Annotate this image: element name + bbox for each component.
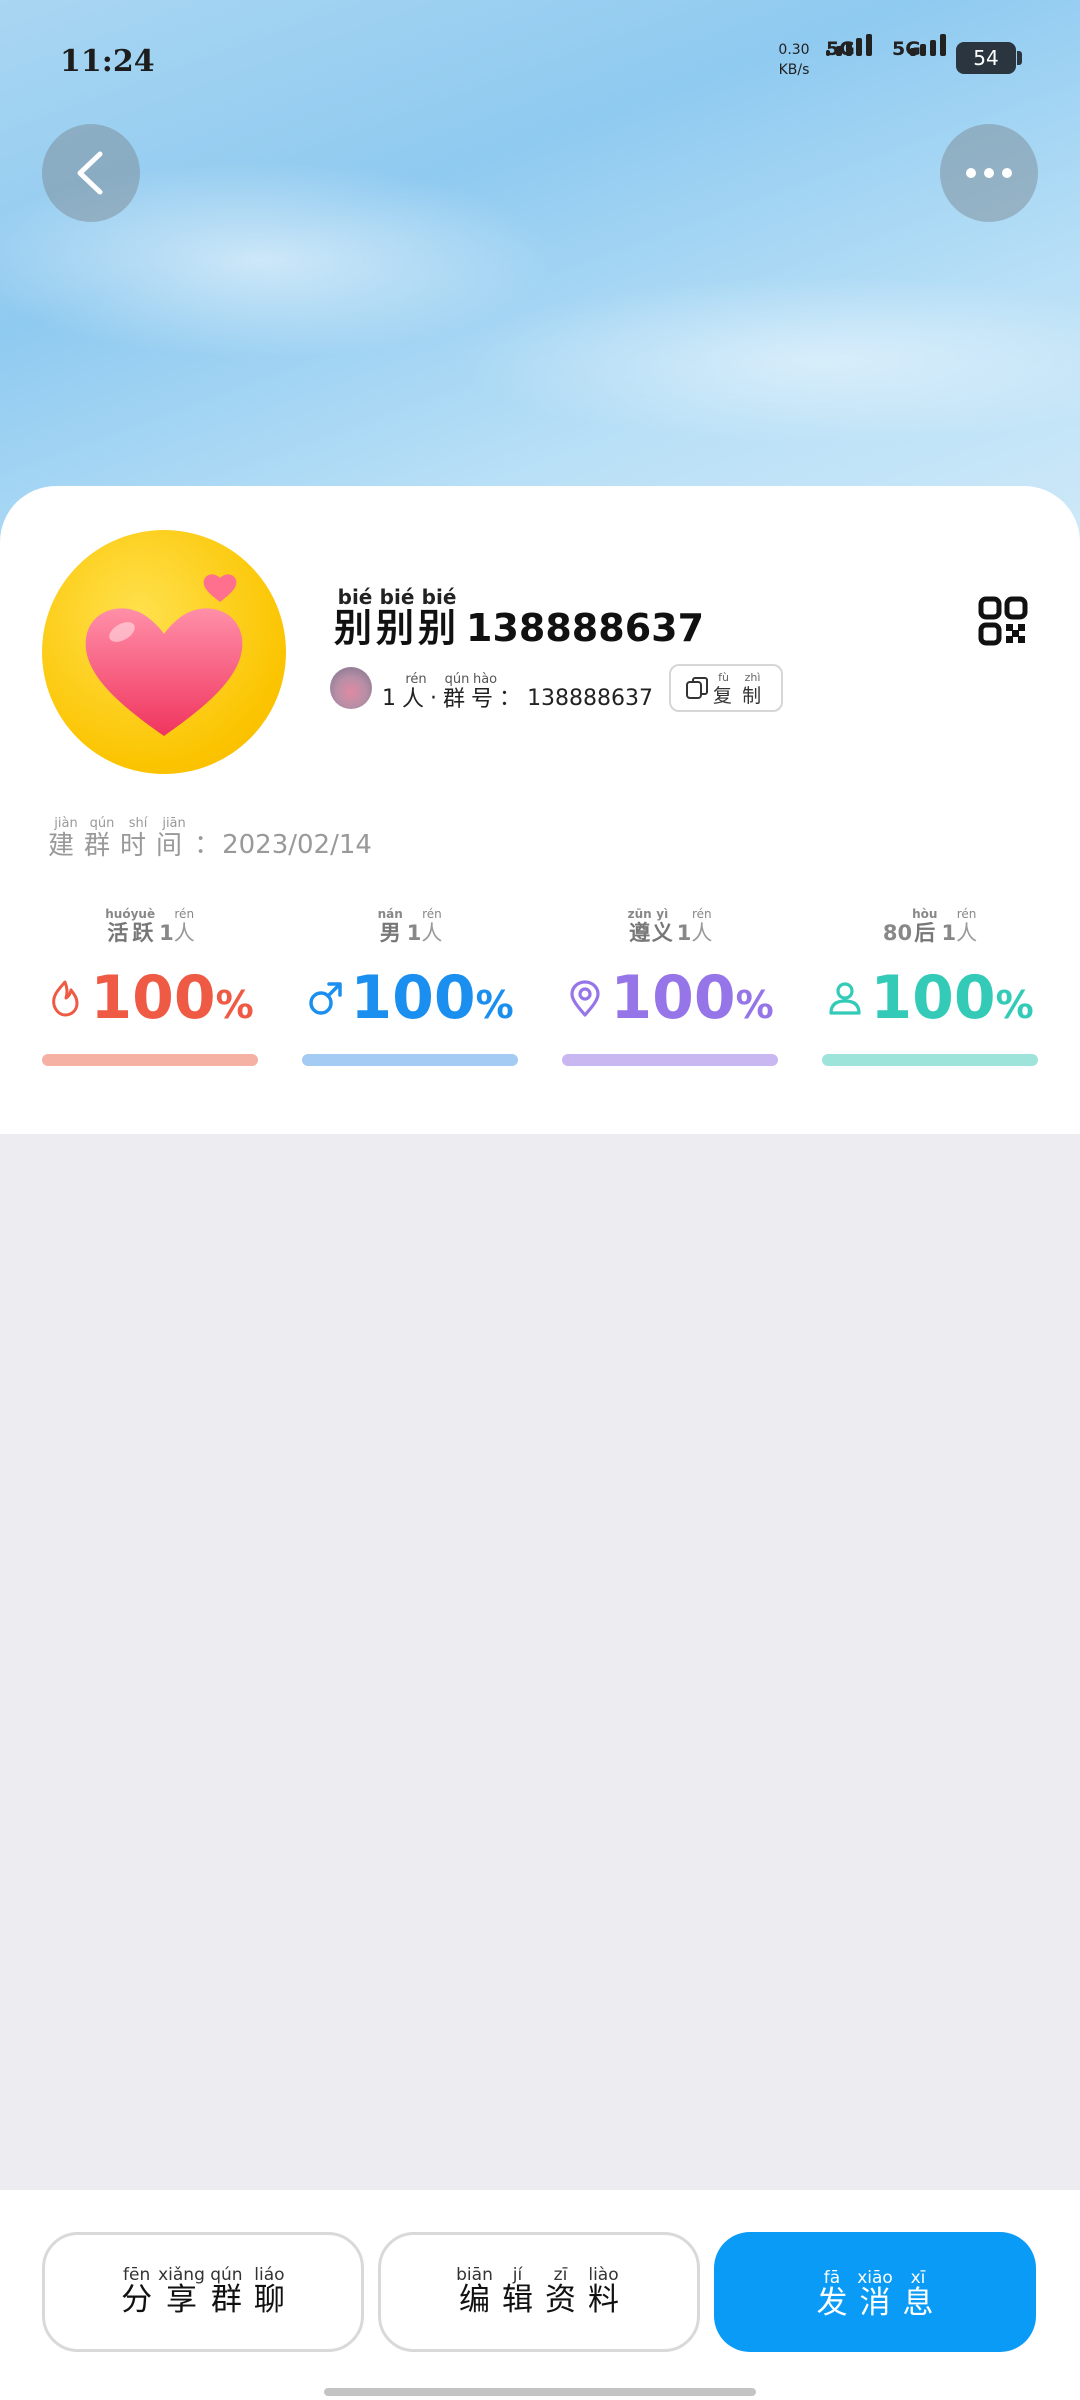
copy-label-char: zhì 制: [742, 670, 762, 707]
qr-code-icon[interactable]: [978, 596, 1028, 646]
stat-prefix: 80: [882, 920, 913, 945]
created-date: 2023/02/14: [222, 829, 372, 860]
copy-button[interactable]: fù 复 zhì 制: [669, 664, 784, 712]
battery-icon: 54: [956, 42, 1022, 74]
created-colon: ：: [194, 829, 221, 860]
name-char: bié 别: [334, 585, 373, 650]
stat-bar: [562, 1054, 778, 1066]
stat-bar: [302, 1054, 518, 1066]
battery-level: 54: [973, 46, 999, 70]
stat-percent-value: 100: [870, 963, 996, 1033]
button-char: fā 发: [816, 2267, 848, 2321]
name-char: bié 别: [418, 585, 457, 650]
more-horizontal-icon: [966, 168, 1012, 178]
id-label-char: qún 群: [443, 671, 470, 712]
group-avatar[interactable]: [42, 530, 286, 774]
heart-icon: [85, 574, 243, 736]
button-char: xī 息: [902, 2267, 934, 2321]
location-pin-icon: [570, 980, 600, 1017]
stat-value: 100 %: [822, 968, 1038, 1028]
stat-percent-value: 100: [90, 963, 216, 1033]
group-name-number: 138888637: [466, 606, 705, 650]
created-label-char: jiān 间: [156, 816, 186, 861]
stat-label-char: yì 义: [651, 907, 673, 945]
flame-icon: [52, 980, 79, 1017]
stat-percent-value: 100: [350, 963, 476, 1033]
back-button[interactable]: [42, 124, 140, 222]
name-char: bié 别: [376, 585, 415, 650]
stat-label-char: yuè 跃: [130, 907, 156, 945]
created-label-char: qún 群: [84, 816, 115, 861]
bottom-action-bar: fēn 分 xiǎng 享 qún 群 liáo 聊 biān 编 jí 辑 zī 资 lià…: [0, 2190, 1080, 2400]
button-char: xiāo 消: [857, 2267, 893, 2321]
stat-percent-sign: %: [995, 983, 1034, 1027]
stat-value: 100 %: [42, 968, 258, 1028]
stat-percent-sign: %: [475, 983, 514, 1027]
stat-label: huó 活 yuè 跃 1 rén 人: [42, 906, 258, 945]
stat-count: 1: [676, 920, 692, 945]
stat-count: 1: [159, 920, 174, 945]
separator: ·: [430, 685, 438, 711]
status-time: 11:24: [60, 44, 155, 79]
chevron-left-icon: [77, 151, 103, 195]
share-group-button[interactable]: fēn 分 xiǎng 享 qún 群 liáo 聊: [42, 2232, 364, 2352]
button-char: biān 编: [456, 2264, 493, 2318]
created-time: jiàn 建 qún 群 shí 时 jiān 间 ： 2023/02/14: [48, 816, 372, 861]
network-speed: 0.30 KB/s: [772, 40, 816, 80]
stat-label: zūn 遵 yì 义 1 rén 人: [562, 906, 778, 945]
button-char: fēn 分: [121, 2264, 153, 2318]
stat-percent-sign: %: [215, 983, 254, 1027]
group-info-card: bié 别 bié 别 bié 别 138888637 1 rén 人 · qún 群 h…: [0, 486, 1080, 1134]
stat-unit: rén 人: [173, 907, 195, 945]
group-id: 138888637: [527, 685, 654, 711]
network-speed-unit: KB/s: [778, 62, 810, 78]
stat-label-char: zūn 遵: [627, 907, 652, 945]
created-label-char: jiàn 建: [48, 816, 78, 861]
network-speed-value: 0.30: [778, 42, 810, 58]
button-char: jí 辑: [502, 2264, 533, 2318]
stat-label-char: huó 活: [105, 907, 131, 945]
member-avatar[interactable]: [330, 667, 372, 709]
stat-count: 1: [941, 920, 957, 945]
stat-value: 100 %: [302, 968, 518, 1028]
sim2-label: 5G: [892, 38, 921, 60]
edit-profile-button[interactable]: biān 编 jí 辑 zī 资 liào 料: [378, 2232, 700, 2352]
stat-percent-value: 100: [610, 963, 736, 1033]
stat-unit: rén 人: [421, 907, 443, 945]
person-icon: [829, 982, 861, 1015]
group-name: bié 别 bié 别 bié 别 138888637: [334, 586, 704, 650]
stat-label: 80 hòu 后 1 rén 人: [822, 906, 1038, 945]
button-char: liào 料: [588, 2264, 619, 2318]
male-icon: [309, 982, 343, 1015]
stat-unit: rén 人: [691, 907, 713, 945]
button-char: zī 资: [545, 2264, 576, 2318]
copy-label-char: fù 复: [713, 670, 733, 707]
stat-value: 100 %: [562, 968, 778, 1028]
group-meta: 1 rén 人 · qún 群 hào 号 ： 138888637 fù 复 zhì 制: [330, 664, 784, 712]
created-label-char: shí 时: [120, 816, 148, 861]
button-char: liáo 聊: [253, 2264, 285, 2318]
stat-unit: rén 人: [956, 907, 978, 945]
more-button[interactable]: [940, 124, 1038, 222]
stat-label-char: hòu 后: [912, 907, 938, 945]
home-indicator[interactable]: [324, 2388, 756, 2396]
stat-count: 1: [406, 920, 422, 945]
button-char: qún 群: [210, 2264, 243, 2318]
stat-bar: [822, 1054, 1038, 1066]
id-label-char: hào 号: [471, 671, 498, 712]
stat-percent-sign: %: [735, 983, 774, 1027]
signal-sim2: 5G: [892, 34, 946, 60]
member-unit: rén 人: [402, 671, 427, 712]
member-count: 1: [382, 685, 396, 711]
stat-label: nán 男 1 rén 人: [302, 906, 518, 945]
signal-sim1: 5G: [826, 34, 872, 60]
stat-bar: [42, 1054, 258, 1066]
send-message-button[interactable]: fā 发 xiāo 消 xī 息: [714, 2232, 1036, 2352]
status-bar: 11:24 0.30 KB/s 5G 5G 54: [0, 0, 1080, 120]
copy-icon: [686, 677, 709, 699]
button-char: xiǎng 享: [158, 2264, 205, 2318]
stat-label-char: nán 男: [377, 907, 403, 945]
colon: ：: [499, 685, 522, 711]
